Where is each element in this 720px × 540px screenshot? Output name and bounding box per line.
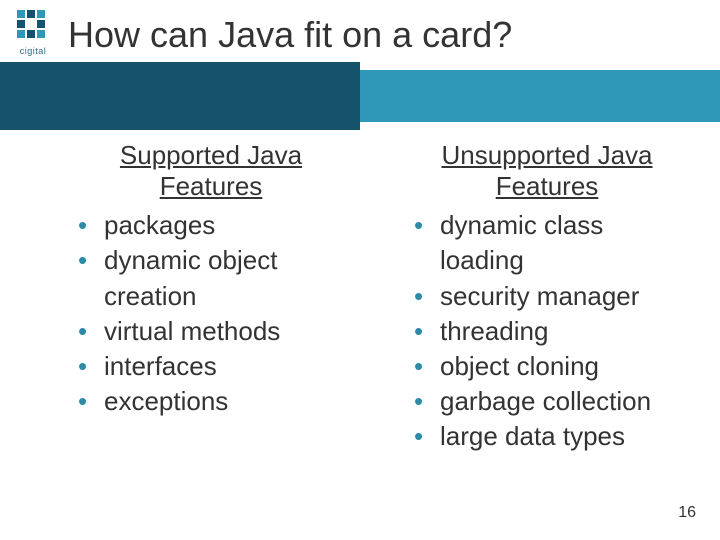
list-item: virtual methods (78, 314, 344, 349)
list-item: packages (78, 208, 344, 243)
list-item: dynamic object creation (78, 243, 344, 313)
unsupported-heading: Unsupported Java Features (414, 140, 680, 202)
slide-title: How can Java fit on a card? (68, 14, 512, 56)
list-item: large data types (414, 419, 680, 454)
list-item: object cloning (414, 349, 680, 384)
list-item: dynamic class loading (414, 208, 680, 278)
list-item: security manager (414, 279, 680, 314)
unsupported-list: dynamic class loading security manager t… (414, 208, 680, 454)
list-item: threading (414, 314, 680, 349)
logo-mark-icon (15, 8, 51, 44)
logo-text: cigital (8, 46, 58, 56)
list-item: exceptions (78, 384, 344, 419)
supported-list: packages dynamic object creation virtual… (78, 208, 344, 419)
supported-column: Supported Java Features packages dynamic… (0, 140, 374, 454)
page-number: 16 (678, 504, 696, 522)
brand-logo: cigital (8, 8, 58, 58)
unsupported-column: Unsupported Java Features dynamic class … (374, 140, 720, 454)
content-area: Supported Java Features packages dynamic… (0, 140, 720, 454)
decor-band-dark (0, 62, 360, 130)
list-item: interfaces (78, 349, 344, 384)
list-item: garbage collection (414, 384, 680, 419)
supported-heading: Supported Java Features (78, 140, 344, 202)
